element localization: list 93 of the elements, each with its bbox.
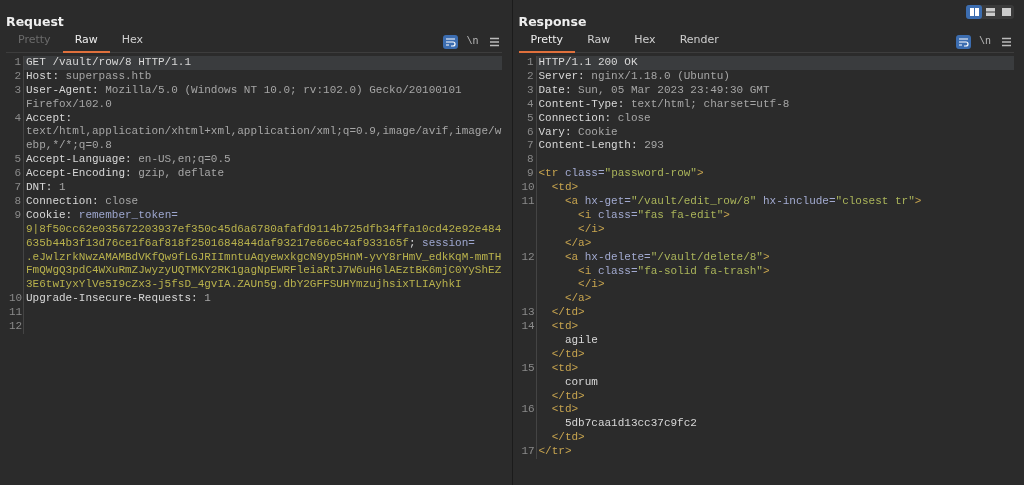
code-line: Content-Type: text/html; charset=utf-8 <box>537 97 791 112</box>
line-number: 4 <box>525 97 535 112</box>
code-line: Accept-Encoding: gzip, deflate <box>25 167 226 182</box>
line-number: 5 <box>13 153 22 168</box>
split-columns-icon <box>969 8 979 16</box>
code-line: </td> <box>550 306 586 321</box>
line-number: 9 <box>13 208 22 223</box>
line-number: 6 <box>525 125 535 140</box>
line-number: 2 <box>525 69 535 84</box>
code-line: 635b44b3f13d76ce1f6af818f2501684844daf93217e66ec4af933165f; session= <box>25 236 476 251</box>
code-line: Firefox/102.0 <box>25 97 113 112</box>
menu-icon <box>489 36 499 47</box>
line-number: 1 <box>525 56 535 70</box>
line-number: 12 <box>9 320 23 334</box>
code-line: 9|8f50cc62e035672203937ef350c45d6a6780afafd9114b725dfb34ffa10cd42e92e484 <box>25 222 502 237</box>
code-line: .eJwlzrkNwzAMAMBdVKfQw9fLGJRIImntuAqyewxkgcN9yp5HnM-yvY8rHmV_edkKqM-mmTH <box>25 250 502 265</box>
code-line: </td> <box>550 431 586 446</box>
code-line: </td> <box>550 389 586 404</box>
code-line: corum <box>563 375 599 390</box>
wrap-toggle-button[interactable] <box>443 34 459 49</box>
code-line: </tr> <box>537 445 573 459</box>
code-line: User-Agent: Mozilla/5.0 (Windows NT 10.0; rv:102.0) Gecko/20100101 <box>25 83 463 98</box>
wrap-toggle-button[interactable] <box>956 34 971 49</box>
code-line: </a> <box>563 292 593 307</box>
code-line: Accept: <box>25 111 74 126</box>
code-line: 3E6twIyxYlVe5I9cZx3-j5fsD_4gvIA.ZAUn5g.dbY2GFFSUHYmzujhsixTLIAyhkI <box>25 278 463 293</box>
tab[interactable]: Hex <box>622 31 668 53</box>
line-number: 8 <box>13 195 22 209</box>
line-number: 10 <box>9 292 23 307</box>
line-number: 17 <box>521 445 536 459</box>
single-panel-icon <box>1001 8 1011 16</box>
tab[interactable]: Hex <box>109 31 156 53</box>
code-line: Content-Length: 293 <box>537 139 665 154</box>
line-number: 3 <box>13 83 22 98</box>
pane-title: Response <box>518 13 587 31</box>
newline-toggle[interactable]: \n <box>979 34 991 49</box>
code-line: </td> <box>550 347 586 362</box>
line-number: 7 <box>525 139 535 154</box>
line-number: 9 <box>525 167 535 182</box>
line-number: 12 <box>521 250 536 265</box>
tab[interactable]: Render <box>667 31 731 53</box>
code-line: <a hx-get="/vault/edit_row/8" hx-include="closest tr"> <box>563 195 923 209</box>
wrap-lines-icon <box>445 36 457 47</box>
line-number: 11 <box>521 195 536 210</box>
code-line: Upgrade-Insecure-Requests: 1 <box>25 292 212 307</box>
tab[interactable]: Raw <box>62 31 110 53</box>
code-line: <tr class="password-row"> <box>537 167 705 182</box>
line-number: 4 <box>13 111 22 126</box>
line-number: 10 <box>521 181 536 196</box>
line-number: 16 <box>521 403 536 418</box>
code-line: <td> <box>550 403 580 418</box>
line-number: 15 <box>521 361 536 376</box>
code-line: text/html,application/xhtml+xml,application/xml;q=0.9,image/avif,image/w <box>25 125 502 140</box>
code-line: </a> <box>563 236 593 251</box>
code-line: agile <box>563 334 599 348</box>
line-number: 2 <box>13 69 22 84</box>
code-line: Host: superpass.htb <box>25 69 153 84</box>
line-number: 3 <box>525 83 535 98</box>
line-number: 8 <box>525 153 535 168</box>
code-line: ebp,*/*;q=0.8 <box>25 139 113 154</box>
code-line: Vary: Cookie <box>537 125 619 140</box>
menu-icon <box>1002 36 1011 47</box>
line-number: 7 <box>13 181 22 195</box>
code-line: Date: Sun, 05 Mar 2023 23:49:30 GMT <box>537 83 771 98</box>
line-number: 6 <box>13 167 22 182</box>
code-line: </i> <box>577 278 606 293</box>
code-line: Connection: close <box>537 111 652 126</box>
wrap-lines-icon <box>958 36 969 47</box>
code-line: Connection: close <box>25 195 140 209</box>
newline-toggle[interactable]: \n <box>466 34 479 49</box>
layout-toggle-button[interactable] <box>966 5 982 19</box>
code-line: Accept-Language: en-US,en;q=0.5 <box>25 153 232 168</box>
split-rows-icon <box>985 8 995 16</box>
line-number: 13 <box>521 306 536 321</box>
line-number: 14 <box>521 320 536 335</box>
code-line: Server: nginx/1.18.0 (Ubuntu) <box>537 69 731 84</box>
code-line: Cookie: remember_token= <box>25 208 179 223</box>
line-number: 5 <box>525 111 535 126</box>
tab[interactable]: Raw <box>575 31 623 53</box>
code-line: </i> <box>577 222 606 237</box>
pane-title: Request <box>6 13 64 31</box>
line-number: 1 <box>13 56 22 70</box>
code-line: <td> <box>550 361 580 376</box>
code-line: <i class="fas fa-edit"> <box>577 208 731 223</box>
code-line: 5db7caa1d13cc37c9fc2 <box>563 417 698 432</box>
tab[interactable]: Pretty <box>518 31 576 53</box>
code-line: <i class="fa-solid fa-trash"> <box>577 264 771 279</box>
code-line: <td> <box>550 320 580 334</box>
code-line: <a hx-delete="/vault/delete/8"> <box>563 250 771 265</box>
code-line: <td> <box>550 181 580 196</box>
line-number: 11 <box>9 306 23 321</box>
code-line: DNT: 1 <box>25 181 67 195</box>
code-line: FmQWgQ3pdC4WXuRmZJwyzyUQTMKY2RK1gagNpEWRFleiaRtJ7W6uH6lAEztBK6mjC0YyShEZ <box>25 264 502 279</box>
